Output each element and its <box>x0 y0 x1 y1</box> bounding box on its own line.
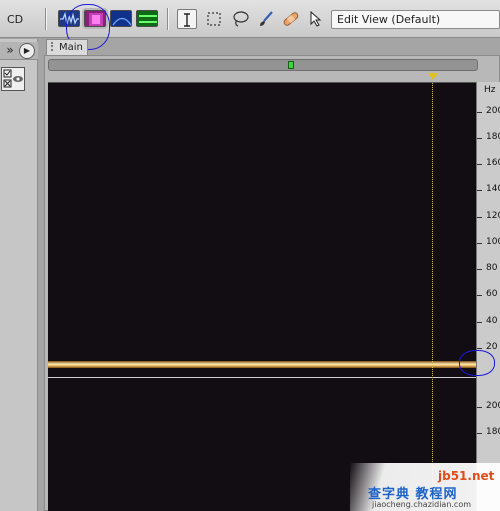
lasso-selection-tool-icon[interactable] <box>230 9 250 29</box>
ruler-label: 20 <box>486 342 498 352</box>
watermark-subtitle: jiaocheng.chazidian.com <box>372 500 472 509</box>
left-panel: ▶ » <box>0 39 38 511</box>
ruler-label: 200 <box>486 401 500 411</box>
left-panel-header: ▶ » <box>0 42 38 60</box>
edit-view-select[interactable]: Edit View (Default) <box>331 10 500 29</box>
ruler-label: 180 <box>486 132 500 142</box>
overview-scroll-handle[interactable] <box>288 61 294 69</box>
annotation-circle <box>459 350 495 376</box>
ruler-label: 200 <box>486 106 500 116</box>
ruler-label: 100 <box>486 237 500 247</box>
ruler-unit: Hz <box>484 85 496 95</box>
app-window: CD Edit View (Default) ▶ » Main Hz 20 18… <box>0 0 500 511</box>
tab-grip-icon <box>51 42 57 51</box>
pan-icon <box>112 17 131 26</box>
move-tool-icon[interactable] <box>307 9 327 29</box>
file-list-toggle[interactable] <box>1 67 25 91</box>
toolbar-separator <box>45 8 47 30</box>
ruler-label: 120 <box>486 211 500 221</box>
expand-icon[interactable]: » <box>2 43 18 59</box>
time-selection-tool-icon[interactable] <box>177 9 197 29</box>
ruler-label: 80 <box>486 263 498 273</box>
spectral-tone-band <box>48 361 476 368</box>
playhead-line <box>432 83 433 511</box>
spot-healing-brush-tool-icon[interactable] <box>281 9 301 29</box>
ruler-label: 60 <box>486 289 498 299</box>
workspace-title: CD <box>7 13 24 26</box>
overview-scrollbar[interactable] <box>48 59 478 71</box>
channel-divider <box>48 377 476 378</box>
spectral-display[interactable] <box>48 82 476 511</box>
ruler-label: 40 <box>486 316 498 326</box>
tab-label: Main <box>59 42 83 53</box>
spectral-phase-view-button[interactable] <box>136 10 158 27</box>
watermark-domain: jb51.net <box>438 469 495 483</box>
brush-selection-tool-icon[interactable] <box>256 9 276 29</box>
frequency-ruler: Hz 200 180 160 140 120 100 80 60 40 20 2… <box>476 82 500 511</box>
ruler-label: 160 <box>486 158 500 168</box>
playhead-marker-icon[interactable] <box>428 73 438 80</box>
toolbar-separator <box>167 8 169 30</box>
ruler-label: 180 <box>486 427 500 437</box>
play-icon[interactable]: ▶ <box>19 43 35 59</box>
top-toolbar: CD Edit View (Default) <box>0 0 500 50</box>
phase-icon <box>139 15 157 23</box>
marquee-selection-tool-icon[interactable] <box>204 9 224 29</box>
ruler-label: 140 <box>486 184 500 194</box>
watermark: jb51.net 查字典 教程网 jiaocheng.chazidian.com <box>350 463 500 511</box>
tab-main[interactable]: Main <box>46 39 88 55</box>
spectral-pan-view-button[interactable] <box>110 10 132 27</box>
